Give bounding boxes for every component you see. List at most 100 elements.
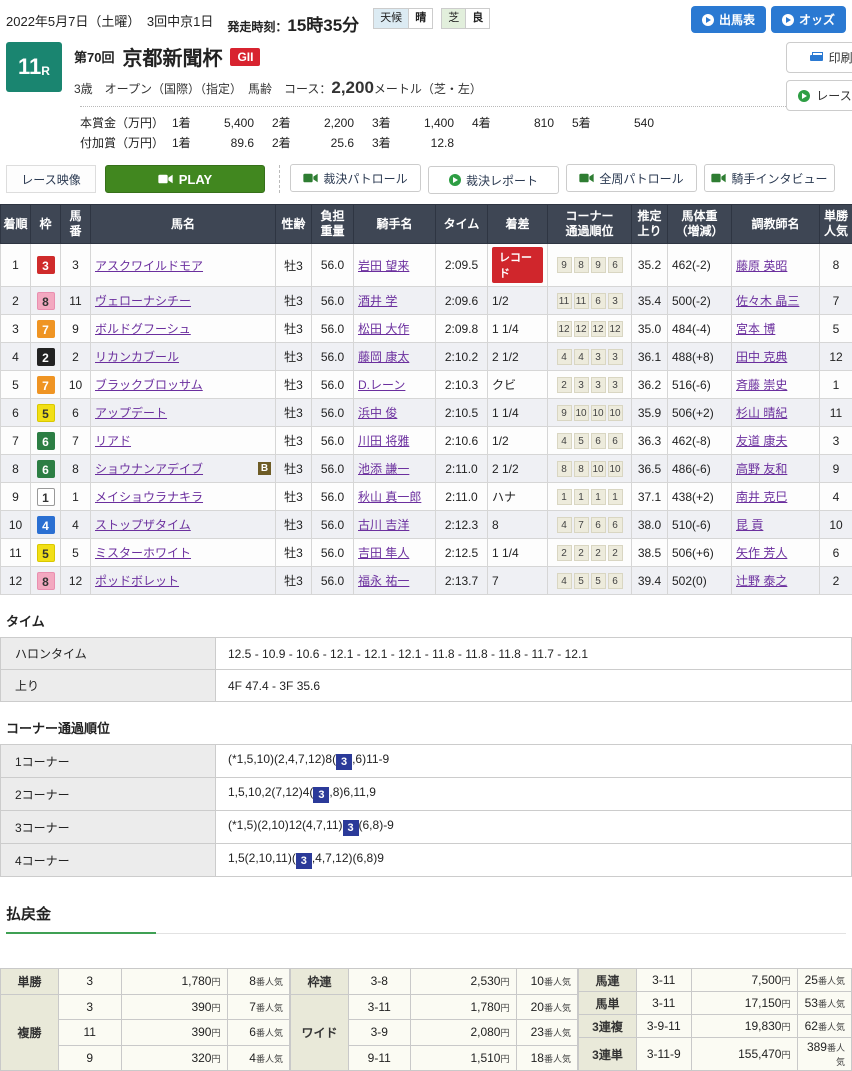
cell-time: 2:09.8	[436, 315, 488, 343]
jockey-link[interactable]: 池添 謙一	[358, 462, 409, 476]
print-page-button[interactable]: 印刷用ページ	[786, 42, 852, 73]
payout-combination: 3-11-9	[637, 1038, 692, 1071]
trainer-link[interactable]: 藤原 英昭	[736, 259, 787, 273]
highlighted-horse-number: 3	[343, 820, 359, 836]
horse-link[interactable]: メイショウラナキラ	[95, 490, 203, 504]
jockey-link[interactable]: 川田 将雅	[358, 434, 409, 448]
payout-amount: 7,500円	[691, 969, 797, 992]
column-header: 負担 重量	[312, 205, 354, 244]
jockey-link[interactable]: 藤岡 康太	[358, 350, 409, 364]
horse-link[interactable]: ブラックブロッサム	[95, 378, 203, 392]
time-row: 上り4F 47.4 - 3F 35.6	[1, 670, 852, 702]
horse-link[interactable]: ヴェローナシチー	[95, 294, 191, 308]
corner-position: 6	[608, 517, 623, 533]
column-header: 性齢	[276, 205, 312, 244]
popularity-suffix: 番人気	[544, 977, 571, 987]
horse-link[interactable]: アスクワイルドモア	[95, 259, 203, 273]
trainer-link[interactable]: 斉藤 崇史	[736, 378, 787, 392]
horse-link[interactable]: ミスターホワイト	[95, 546, 191, 560]
jockey-link[interactable]: 吉田 隼人	[358, 546, 409, 560]
highlighted-horse-number: 3	[296, 853, 312, 869]
cell-sex-age: 牡3	[276, 399, 312, 427]
trainer-link[interactable]: 昆 貢	[736, 518, 763, 532]
cell-margin: 7	[488, 567, 548, 595]
stewards-report-button[interactable]: 裁決レポート	[428, 166, 559, 194]
jockey-link[interactable]: 福永 祐一	[358, 574, 409, 588]
cell-last-3f: 35.2	[632, 244, 668, 287]
payout-heading: 払戻金	[6, 903, 846, 934]
popularity-suffix: 番人気	[544, 1003, 571, 1013]
corner-position: 4	[557, 517, 572, 533]
video-bar: レース映像 PLAY 裁決パトロール裁決レポート全周パトロール騎手インタビュー	[0, 154, 852, 200]
jockey-link[interactable]: 浜中 俊	[358, 406, 397, 420]
payout-combination: 9-11	[349, 1045, 411, 1071]
cell-margin: 1 1/4	[488, 399, 548, 427]
corner-row-label: 2コーナー	[1, 778, 216, 811]
horse-link[interactable]: ポッドボレット	[95, 574, 179, 588]
cell-time: 2:10.5	[436, 399, 488, 427]
payout-popularity: 8番人気	[227, 969, 290, 995]
cell-corner-positions: 4556	[548, 567, 632, 595]
cell-frame: 6	[31, 427, 61, 455]
cell-last-3f: 35.0	[632, 315, 668, 343]
trainer-link[interactable]: 佐々木 晶三	[736, 294, 799, 308]
jockey-link[interactable]: 酒井 学	[358, 294, 397, 308]
time-row-label: 上り	[1, 670, 216, 702]
jockey-link[interactable]: 古川 吉洋	[358, 518, 409, 532]
cell-last-3f: 36.2	[632, 371, 668, 399]
jockey-link[interactable]: 秋山 真一郎	[358, 490, 421, 504]
payout-bet-type: 馬単	[579, 992, 637, 1015]
cell-win-popularity: 2	[820, 567, 852, 595]
corner-position: 1	[557, 489, 572, 505]
jockey-link[interactable]: D.レーン	[358, 378, 405, 392]
trainer-link[interactable]: 高野 友和	[736, 462, 787, 476]
cell-time: 2:12.3	[436, 511, 488, 539]
corner-position: 12	[557, 321, 572, 337]
corner-position: 12	[608, 321, 623, 337]
cell-horse-name: リカンカブール	[91, 343, 276, 371]
play-button[interactable]: PLAY	[105, 165, 265, 193]
prize-amount: 540	[602, 116, 654, 130]
horse-link[interactable]: ストップザタイム	[95, 518, 191, 532]
odds-button[interactable]: オッズ	[771, 6, 846, 33]
cell-horse-weight: 486(-6)	[668, 455, 732, 483]
popularity-suffix: 番人気	[256, 1028, 283, 1038]
jockey-link[interactable]: 岩田 望来	[358, 259, 409, 273]
trainer-link[interactable]: 矢作 芳人	[736, 546, 787, 560]
payout-title: 払戻金	[6, 903, 156, 934]
payout-popularity: 18番人気	[516, 1045, 578, 1071]
jockey-link[interactable]: 松田 大作	[358, 322, 409, 336]
circle-arrow-icon	[449, 174, 461, 186]
corner-position: 5	[574, 433, 589, 449]
prize-amount: 25.6	[302, 136, 354, 150]
corner-position: 6	[591, 293, 606, 309]
cell-horse-weight: 462(-8)	[668, 427, 732, 455]
result-guide-button[interactable]: レース結果の見方	[786, 80, 852, 111]
result-row: 767リアド牡356.0川田 将雅2:10.61/2456636.3462(-8…	[1, 427, 852, 455]
horse-link[interactable]: アップデート	[95, 406, 167, 420]
trainer-link[interactable]: 宮本 博	[736, 322, 775, 336]
cell-horse-number: 7	[61, 427, 91, 455]
horse-link[interactable]: ショウナンアデイブ	[95, 462, 203, 476]
popularity-suffix: 番人気	[544, 1054, 571, 1064]
trainer-link[interactable]: 辻野 泰之	[736, 574, 787, 588]
trainer-link[interactable]: 杉山 晴紀	[736, 406, 787, 420]
button-label: 全周パトロール	[599, 170, 683, 187]
entries-button[interactable]: 出馬表	[691, 6, 766, 33]
trainer-link[interactable]: 南井 克巳	[736, 490, 787, 504]
cell-horse-name: アスクワイルドモア	[91, 244, 276, 287]
jockey-interview-button[interactable]: 騎手インタビュー	[704, 164, 835, 192]
payout-bet-type: 枠連	[291, 969, 349, 995]
horse-link[interactable]: ボルドグフーシュ	[95, 322, 191, 336]
corner-row: 1コーナー(*1,5,10)(2,4,7,12)8(3,6)11-9	[1, 745, 852, 778]
trainer-link[interactable]: 田中 克典	[736, 350, 787, 364]
stewards-patrol-button[interactable]: 裁決パトロール	[290, 164, 421, 192]
corner-position: 2	[557, 545, 572, 561]
full-course-patrol-button[interactable]: 全周パトロール	[566, 164, 697, 192]
horse-link[interactable]: リカンカブール	[95, 350, 179, 364]
trainer-link[interactable]: 友道 康夫	[736, 434, 787, 448]
cell-corner-positions: 9896	[548, 244, 632, 287]
horse-link[interactable]: リアド	[95, 434, 131, 448]
cell-margin: 2 1/2	[488, 343, 548, 371]
popularity-suffix: 番人気	[818, 976, 845, 986]
